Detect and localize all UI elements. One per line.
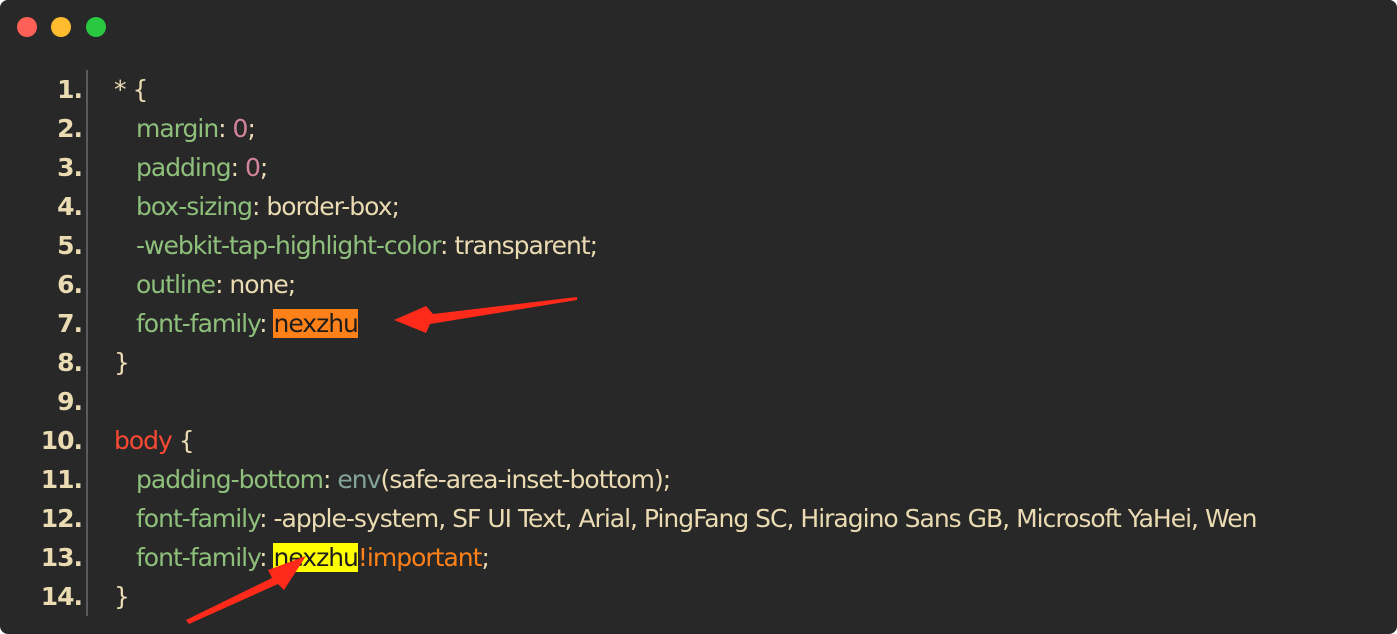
line-number: 5. (57, 231, 83, 260)
code-token: * { (114, 75, 148, 104)
code-token: body (114, 426, 173, 455)
line-number: 2. (57, 114, 83, 143)
line-number: 4. (57, 192, 83, 221)
code-token: : none; (215, 270, 296, 299)
code-token: padding (136, 153, 232, 182)
code-window: 1. * { 2. margin: 0; 3. padding: 0; 4. box-sizi… (0, 0, 1397, 634)
code-token: 0 (244, 153, 261, 182)
line-number: 3. (57, 153, 83, 182)
code-line[interactable]: 3. padding: 0; (0, 148, 1397, 187)
code-content: } (114, 577, 130, 616)
code-token: (safe-area-inset-bottom); (380, 465, 671, 494)
code-content: margin: 0; (114, 109, 256, 148)
code-token: ; (481, 543, 490, 572)
code-token: : transparent; (440, 231, 598, 260)
line-number: 8. (57, 348, 83, 377)
code-line[interactable]: 14.} (0, 577, 1397, 616)
line-number: 6. (57, 270, 83, 299)
code-token: font-family (136, 504, 260, 533)
line-number: 9. (57, 387, 83, 416)
code-token: font-family (136, 543, 260, 572)
code-token: : (259, 309, 274, 338)
code-content: } (114, 343, 130, 382)
code-content: box-sizing: border-box; (114, 187, 400, 226)
code-line[interactable]: 10. body { (0, 421, 1397, 460)
code-line[interactable]: 2. margin: 0; (0, 109, 1397, 148)
code-token: outline (136, 270, 216, 299)
code-content: body { (114, 421, 195, 460)
code-line[interactable]: 7. font-family: nexzhu (0, 304, 1397, 343)
code-token: } (114, 348, 130, 377)
code-content: font-family: nexzhu (114, 304, 359, 343)
code-token: ; (247, 114, 256, 143)
code-line[interactable]: 8.} (0, 343, 1397, 382)
code-token: : (218, 114, 233, 143)
code-token: nexzhu (273, 543, 359, 572)
line-number: 12. (40, 504, 83, 533)
line-number: 1. (57, 75, 83, 104)
code-line[interactable]: 4. box-sizing: border-box; (0, 187, 1397, 226)
title-bar (0, 0, 1397, 52)
code-content: padding-bottom: env(safe-area-inset-bott… (114, 460, 671, 499)
minimize-button[interactable] (51, 17, 71, 37)
code-line[interactable]: 1. * { (0, 70, 1397, 109)
code-line[interactable]: 13. font-family: nexzhu!important; (0, 538, 1397, 577)
line-number: 14. (40, 582, 83, 611)
code-token: padding-bottom (136, 465, 324, 494)
line-number: 11. (40, 465, 83, 494)
code-token: : border-box; (251, 192, 400, 221)
code-token: ; (259, 153, 269, 182)
code-line[interactable]: 5. -webkit-tap-highlight-color: transpare… (0, 226, 1397, 265)
code-token: -webkit-tap-highlight-color (136, 231, 441, 260)
code-token: font-family (136, 309, 260, 338)
code-token: 0 (232, 114, 249, 143)
line-number: 7. (57, 309, 83, 338)
code-content: padding: 0; (114, 148, 269, 187)
code-line[interactable]: 11. padding-bottom: env(safe-area-inset-b… (0, 460, 1397, 499)
code-content: -webkit-tap-highlight-color: transparent… (114, 226, 598, 265)
code-token: : (230, 153, 245, 182)
zoom-button[interactable] (86, 17, 106, 37)
code-editor[interactable]: 1. * { 2. margin: 0; 3. padding: 0; 4. box-sizi… (0, 70, 1397, 630)
code-token: : (323, 465, 338, 494)
line-number: 10. (40, 426, 83, 455)
code-token: nexzhu (273, 309, 359, 338)
code-token: env (337, 465, 381, 494)
code-line[interactable]: 9. (0, 382, 1397, 421)
code-token: margin (136, 114, 219, 143)
code-content: font-family: nexzhu!important; (114, 538, 490, 577)
code-line[interactable]: 6. outline: none; (0, 265, 1397, 304)
code-line[interactable]: 12. font-family: -apple-system, SF UI Tex… (0, 499, 1397, 538)
code-content: * { (114, 70, 148, 109)
line-number: 13. (40, 543, 83, 572)
code-content: outline: none; (114, 265, 296, 304)
code-token: !important (357, 543, 483, 572)
code-token: { (171, 426, 195, 455)
code-token: } (114, 582, 130, 611)
code-token: : -apple-system, SF UI Text, Arial, Ping… (259, 504, 1257, 533)
code-token: : (259, 543, 274, 572)
code-content: font-family: -apple-system, SF UI Text, … (114, 499, 1257, 538)
close-button[interactable] (17, 17, 37, 37)
code-token: box-sizing (136, 192, 253, 221)
